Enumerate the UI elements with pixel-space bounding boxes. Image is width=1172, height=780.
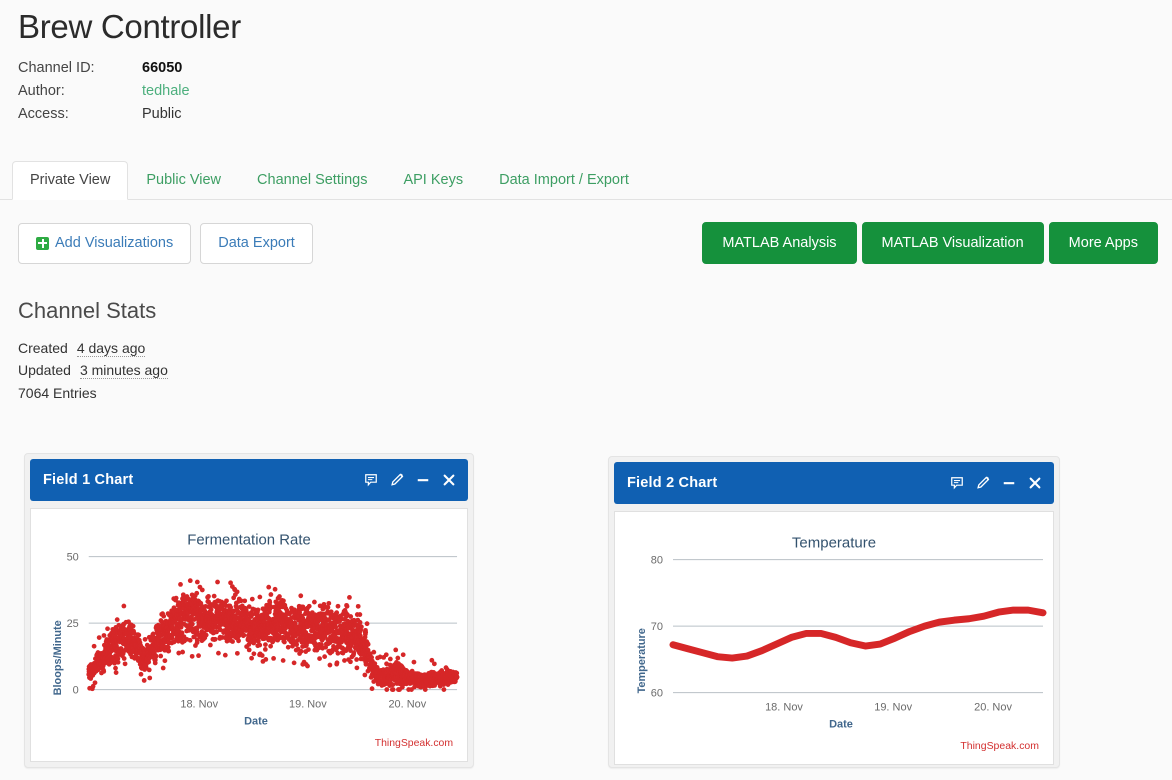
field-1-chart-header: Field 1 Chart xyxy=(30,459,468,501)
stat-label-updated: Updated xyxy=(18,362,71,378)
field-2-chart-controls xyxy=(950,476,1042,490)
chart-1-title: Fermentation Rate xyxy=(187,533,311,549)
chart-1-watermark: ThingSpeak.com xyxy=(375,738,453,749)
matlab-button-group: MATLAB Analysis MATLAB Visualization Mor… xyxy=(702,222,1158,264)
stat-value-created[interactable]: 4 days ago xyxy=(76,340,146,357)
tab-private-view[interactable]: Private View xyxy=(12,160,129,200)
stat-value-updated[interactable]: 3 minutes ago xyxy=(79,362,168,379)
field-2-chart-card: Field 2 Chart Temperature 60 70 80 18. N… xyxy=(608,456,1060,768)
stat-value-entries: 7064 Entries xyxy=(18,385,97,401)
page-title: Brew Controller xyxy=(18,8,241,45)
matlab-visualization-button[interactable]: MATLAB Visualization xyxy=(861,222,1044,264)
chart-2-x-tick-labels: 18. Nov 19. Nov 20. Nov xyxy=(765,701,1012,713)
chart-2-title: Temperature xyxy=(792,535,876,552)
svg-text:60: 60 xyxy=(651,688,663,700)
left-button-group: Add Visualizations Data Export xyxy=(18,222,313,264)
add-visualizations-label: Add Visualizations xyxy=(55,235,174,251)
chart-1-y-tick-labels: 0 25 50 xyxy=(67,552,79,697)
meta-value-author[interactable]: tedhale xyxy=(142,83,190,99)
meta-value-access: Public xyxy=(142,106,182,122)
more-apps-button[interactable]: More Apps xyxy=(1048,222,1158,264)
svg-text:18. Nov: 18. Nov xyxy=(180,698,218,710)
meta-row-channel-id: Channel ID: 66050 xyxy=(18,60,1172,83)
svg-text:18. Nov: 18. Nov xyxy=(765,701,803,713)
field-2-chart-plot: Temperature 60 70 80 18. Nov 19. Nov 20. Nov… xyxy=(614,511,1054,765)
svg-text:19. Nov: 19. Nov xyxy=(874,701,912,713)
fermentation-rate-chart: Fermentation Rate 0 25 50 18. Nov 19. Nov 20… xyxy=(52,533,460,749)
channel-stats-title: Channel Stats xyxy=(18,298,157,323)
close-icon[interactable] xyxy=(442,473,456,487)
chart-2-y-axis-title: Temperature xyxy=(636,628,648,693)
svg-text:80: 80 xyxy=(651,555,663,567)
tab-data-import-export[interactable]: Data Import / Export xyxy=(481,161,647,201)
close-icon[interactable] xyxy=(1028,476,1042,490)
chart-1-x-axis-title: Date xyxy=(244,715,268,727)
svg-text:50: 50 xyxy=(67,552,79,564)
data-export-button[interactable]: Data Export xyxy=(200,222,313,264)
chart-1-series xyxy=(86,578,460,692)
svg-text:0: 0 xyxy=(73,685,79,697)
chart-1-y-axis-title: Bloops/Minute xyxy=(52,620,64,695)
stat-row-updated: Updated 3 minutes ago xyxy=(18,362,1172,384)
meta-label-channel-id: Channel ID: xyxy=(18,60,95,76)
temperature-chart: Temperature 60 70 80 18. Nov 19. Nov 20. Nov… xyxy=(636,535,1047,752)
channel-stats: Created 4 days ago Updated 3 minutes ago… xyxy=(18,340,1172,407)
stat-row-entries: 7064 Entries xyxy=(18,385,1172,407)
matlab-analysis-button[interactable]: MATLAB Analysis xyxy=(702,222,857,264)
meta-row-access: Access: Public xyxy=(18,106,1172,129)
chart-2-series xyxy=(669,606,1047,662)
field-1-chart-title: Field 1 Chart xyxy=(43,472,134,488)
edit-icon[interactable] xyxy=(390,473,404,487)
comment-icon[interactable] xyxy=(364,473,378,487)
tab-api-keys[interactable]: API Keys xyxy=(385,161,481,201)
action-toolbar: Add Visualizations Data Export MATLAB An… xyxy=(0,222,1172,264)
chart-2-gridlines xyxy=(673,559,1043,694)
svg-text:19. Nov: 19. Nov xyxy=(289,698,327,710)
svg-text:25: 25 xyxy=(67,618,79,630)
add-visualizations-button[interactable]: Add Visualizations xyxy=(18,222,192,264)
comment-icon[interactable] xyxy=(950,476,964,490)
tab-public-view[interactable]: Public View xyxy=(128,161,239,201)
field-2-chart-header: Field 2 Chart xyxy=(614,462,1054,504)
svg-text:70: 70 xyxy=(651,621,663,633)
minimize-icon[interactable] xyxy=(1002,476,1016,490)
chart-2-y-tick-labels: 60 70 80 xyxy=(651,555,663,700)
stat-row-created: Created 4 days ago xyxy=(18,340,1172,362)
tab-channel-settings[interactable]: Channel Settings xyxy=(239,161,385,201)
chart-2-watermark: ThingSpeak.com xyxy=(960,741,1039,752)
field-1-chart-controls xyxy=(364,473,456,487)
data-export-label: Data Export xyxy=(218,235,295,251)
chart-2-x-axis-title: Date xyxy=(829,718,853,730)
svg-text:20. Nov: 20. Nov xyxy=(388,698,426,710)
field-1-chart-plot: Fermentation Rate 0 25 50 18. Nov 19. Nov 20… xyxy=(30,508,468,762)
field-2-chart-title: Field 2 Chart xyxy=(627,475,718,491)
meta-label-author: Author: xyxy=(18,83,65,99)
chart-1-x-tick-labels: 18. Nov 19. Nov 20. Nov xyxy=(180,698,426,710)
channel-meta: Channel ID: 66050 Author: tedhale Access… xyxy=(18,60,1172,129)
svg-text:20. Nov: 20. Nov xyxy=(974,701,1012,713)
meta-value-channel-id: 66050 xyxy=(142,60,183,76)
channel-tabs: Private View Public View Channel Setting… xyxy=(0,158,1172,200)
stat-label-created: Created xyxy=(18,340,68,356)
edit-icon[interactable] xyxy=(976,476,990,490)
plus-icon xyxy=(36,236,49,250)
field-1-chart-card: Field 1 Chart Fermentation Rate 0 25 50 … xyxy=(24,453,474,768)
meta-row-author: Author: tedhale xyxy=(18,83,1172,106)
minimize-icon[interactable] xyxy=(416,473,430,487)
meta-label-access: Access: xyxy=(18,106,69,122)
